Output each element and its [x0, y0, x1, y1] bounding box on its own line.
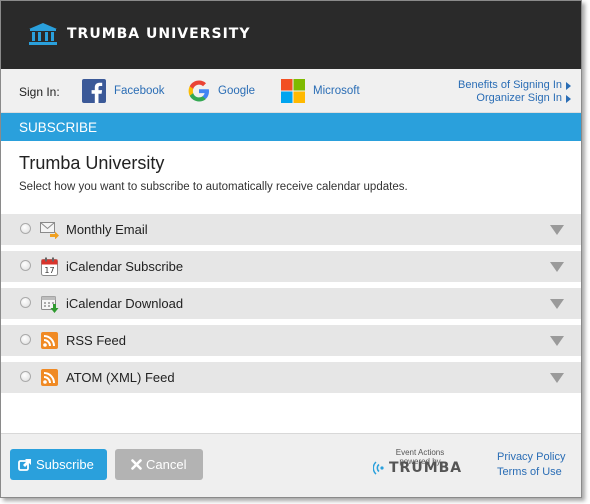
option-label: Monthly Email: [66, 222, 148, 237]
calendar-download-icon: [41, 296, 59, 313]
option-label: iCalendar Subscribe: [66, 259, 184, 274]
trumba-logo: TRUMBA: [373, 460, 462, 476]
signin-bar: Sign In: Facebook Google Microsoft Benef…: [1, 69, 581, 113]
google-signin-button[interactable]: Google: [188, 78, 255, 104]
chevron-down-icon[interactable]: [550, 299, 564, 309]
brand-name: TRUMBA UNIVERSITY: [67, 26, 251, 42]
benefits-link[interactable]: Benefits of Signing In: [458, 79, 571, 92]
microsoft-label: Microsoft: [313, 85, 360, 97]
rss-icon: [41, 369, 58, 386]
email-icon: [40, 222, 59, 239]
privacy-policy-link[interactable]: Privacy Policy: [497, 450, 565, 465]
brand-logo: TRUMBA UNIVERSITY: [29, 23, 250, 45]
subscribe-dialog: TRUMBA UNIVERSITY Sign In: Facebook Goog…: [0, 0, 582, 498]
radio-atom-feed[interactable]: [20, 371, 31, 382]
calendar-title: Trumba University: [19, 153, 165, 173]
cancel-button[interactable]: Cancel: [115, 449, 203, 480]
subscribe-button-label: Subscribe: [36, 457, 94, 472]
rss-icon: [41, 332, 58, 349]
header-bar: TRUMBA UNIVERSITY: [1, 1, 581, 69]
option-icalendar-subscribe[interactable]: 17 iCalendar Subscribe: [1, 251, 581, 282]
subscribe-button[interactable]: Subscribe: [10, 449, 107, 480]
option-label: iCalendar Download: [66, 296, 184, 311]
subscribe-section-header: SUBSCRIBE: [1, 113, 581, 141]
radio-monthly-email[interactable]: [20, 223, 31, 234]
close-icon: [131, 459, 142, 470]
option-icalendar-download[interactable]: iCalendar Download: [1, 288, 581, 319]
facebook-icon: [82, 79, 106, 103]
option-atom-feed[interactable]: ATOM (XML) Feed: [1, 362, 581, 393]
benefits-link-label: Benefits of Signing In: [458, 79, 562, 91]
facebook-label: Facebook: [114, 85, 165, 97]
signin-links: Benefits of Signing In Organizer Sign In: [458, 79, 571, 105]
chevron-down-icon[interactable]: [550, 336, 564, 346]
google-icon: [188, 80, 209, 102]
chevron-down-icon[interactable]: [550, 225, 564, 235]
dialog-footer: Subscribe Cancel Event Actions powered b…: [1, 433, 581, 497]
university-building-icon: [29, 23, 57, 45]
powered-line-1: Event Actions: [395, 448, 445, 457]
external-link-icon: [18, 458, 31, 471]
organizer-signin-link[interactable]: Organizer Sign In: [458, 92, 571, 105]
cancel-button-label: Cancel: [146, 457, 187, 472]
terms-of-use-link[interactable]: Terms of Use: [497, 465, 565, 480]
chevron-right-icon: [566, 81, 571, 90]
radio-icalendar-download[interactable]: [20, 297, 31, 308]
chevron-down-icon[interactable]: [550, 262, 564, 272]
radio-icalendar-subscribe[interactable]: [20, 260, 31, 271]
calendar-description: Select how you want to subscribe to auto…: [19, 181, 408, 193]
footer-links: Privacy Policy Terms of Use: [497, 450, 565, 480]
option-label: ATOM (XML) Feed: [66, 370, 175, 385]
chevron-down-icon[interactable]: [550, 373, 564, 383]
radio-rss-feed[interactable]: [20, 334, 31, 345]
chevron-right-icon: [566, 94, 571, 103]
option-label: RSS Feed: [66, 333, 126, 348]
subscribe-section-title: SUBSCRIBE: [19, 120, 98, 135]
svg-text:17: 17: [44, 266, 54, 275]
google-label: Google: [218, 85, 256, 97]
option-monthly-email[interactable]: Monthly Email: [1, 214, 581, 245]
broadcast-icon: [373, 461, 384, 475]
microsoft-icon: [281, 79, 305, 103]
signin-label: Sign In:: [19, 85, 60, 99]
trumba-wordmark: TRUMBA: [389, 460, 463, 476]
microsoft-signin-button[interactable]: Microsoft: [281, 78, 360, 104]
option-rss-feed[interactable]: RSS Feed: [1, 325, 581, 356]
organizer-signin-label: Organizer Sign In: [476, 92, 562, 104]
facebook-signin-button[interactable]: Facebook: [82, 78, 165, 104]
calendar-icon: 17: [41, 257, 58, 276]
